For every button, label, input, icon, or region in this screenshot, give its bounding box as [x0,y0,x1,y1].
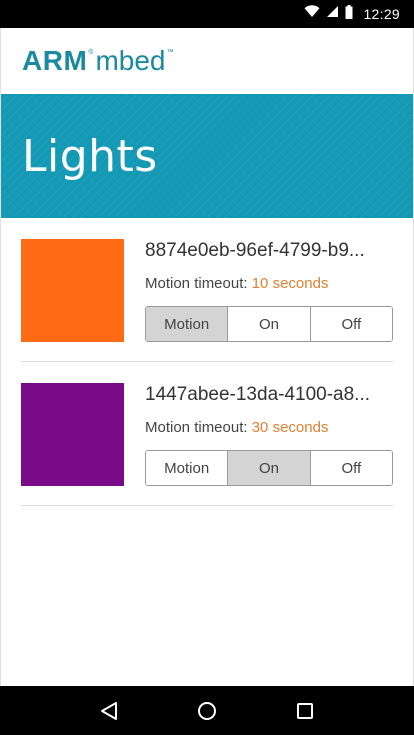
light-item: 1447abee-13da-4100-a8... Motion timeout:… [21,362,393,506]
mode-off-button[interactable]: Off [310,307,392,341]
light-info: 8874e0eb-96ef-4799-b9... Motion timeout:… [145,238,393,342]
arm-mbed-logo[interactable]: ARM ® mbed ™ [22,47,173,75]
recents-icon[interactable] [291,697,319,725]
page-header: Lights [0,94,414,218]
mode-selector: Motion On Off [145,306,393,342]
page-title: Lights [22,130,158,182]
motion-timeout-value[interactable]: 30 seconds [252,419,329,436]
mode-on-button[interactable]: On [228,307,311,341]
light-item: 8874e0eb-96ef-4799-b9... Motion timeout:… [21,218,393,362]
lights-list: 8874e0eb-96ef-4799-b9... Motion timeout:… [21,218,393,506]
status-icons [304,4,353,24]
wifi-icon [304,5,320,23]
navigation-bar [0,686,414,735]
light-color-swatch[interactable] [21,239,124,342]
back-icon[interactable] [95,697,123,725]
logo-mbed-text: mbed [95,45,166,76]
logo-registered-mark: ® [88,49,94,56]
mode-motion-button[interactable]: Motion [146,307,229,341]
status-time: 12:29 [363,6,400,22]
brand-bar: ARM ® mbed ™ [0,28,414,94]
mode-selector: Motion On Off [145,450,393,486]
motion-timeout-value[interactable]: 10 seconds [252,275,329,292]
motion-timeout-label: Motion timeout: [145,275,252,292]
left-edge-divider [0,28,1,686]
mode-on-button[interactable]: On [228,451,311,485]
light-id: 8874e0eb-96ef-4799-b9... [145,240,365,261]
light-color-swatch[interactable] [21,383,124,486]
status-bar: 12:29 [0,0,414,28]
signal-icon [326,5,339,23]
motion-timeout[interactable]: Motion timeout: 10 seconds [145,274,393,294]
motion-timeout[interactable]: Motion timeout: 30 seconds [145,418,393,438]
battery-icon [345,4,353,24]
home-icon[interactable] [193,697,221,725]
mode-off-button[interactable]: Off [310,451,392,485]
light-info: 1447abee-13da-4100-a8... Motion timeout:… [145,382,393,486]
logo-arm-text: ARM [22,45,88,76]
light-id: 1447abee-13da-4100-a8... [145,384,371,405]
motion-timeout-label: Motion timeout: [145,419,252,436]
mode-motion-button[interactable]: Motion [146,451,229,485]
logo-trademark: ™ [166,49,174,56]
